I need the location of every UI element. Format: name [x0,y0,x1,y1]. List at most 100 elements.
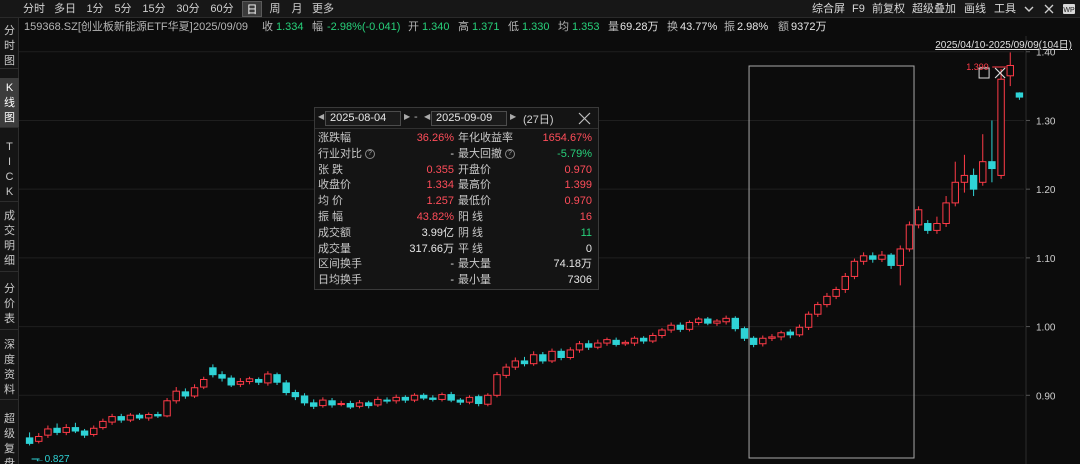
next-start-arrow-icon[interactable]: ▶ [404,112,410,121]
candle-body [749,337,758,345]
stats-row: 区间换手 - 最大量 74.18万 [315,257,598,272]
stats-value: 0 [585,242,592,255]
stats-value: 1.257 [426,195,454,208]
help-icon[interactable]: ? [505,148,515,159]
stats-label: 振 幅 [318,211,344,223]
stats-label: 阴 线 [458,226,484,239]
prev-end-arrow-icon[interactable]: ◀ [424,112,430,121]
candle-body [566,349,575,358]
candle-body [181,391,190,397]
start-date-value: 2025-08-04 [330,112,387,124]
candle-body [887,254,895,266]
candle-body [227,377,235,386]
candle-body [53,427,61,433]
stats-value: 1654.67% [542,132,592,144]
candle-body [264,373,272,384]
date-separator: - [414,111,418,123]
candle-body [603,339,611,344]
candle-body [722,317,730,323]
y-tick-label: 1.20 [1036,185,1056,196]
candle-body [108,416,116,423]
candle-body [694,318,703,323]
candle-body [99,420,107,429]
start-date-input[interactable]: 2025-08-04 [325,111,401,126]
stats-label: 张 跌 [318,163,344,176]
y-tick-label: 1.30 [1036,116,1056,127]
candle-body [1006,64,1014,77]
sidebar-tab-kline[interactable]: K 线 图 [0,78,19,128]
candle-body [639,337,648,342]
candle-body [291,392,300,398]
candle-body [309,402,318,407]
candle-body [80,430,89,436]
candle-body [419,394,428,399]
y-tick-label: 1.00 [1036,323,1056,334]
y-tick-label: 1.10 [1036,254,1056,265]
high-price-label: 1.399 [966,62,989,72]
stats-value: 0.970 [564,163,592,176]
sidebar-tab-super-review[interactable]: 超 级 复 盘 [0,410,19,464]
stats-value: 1.399 [564,179,592,192]
candle-body [71,427,80,432]
end-date-value: 2025-09-09 [436,112,493,124]
candle-body [713,320,721,324]
candle-body [401,396,410,401]
candle-body [704,318,712,324]
stats-value: 3.99亿 [421,226,454,239]
stats-label: 最高价 [458,179,491,192]
candle-body [685,321,694,330]
candle-body [548,350,556,362]
candle-body [25,437,34,444]
candle-body [484,394,492,405]
stats-label: 收盘价 [318,179,351,192]
help-icon[interactable]: ? [365,148,375,159]
candle-body [44,428,52,436]
sidebar-tab-tick[interactable]: T I C K [0,138,19,202]
interval-stats-popup: ◀ 2025-08-04 ▶ - ◀ 2025-09-09 ▶ (27日) 涨跌… [314,107,599,290]
close-icon[interactable] [994,67,1006,79]
stats-value: 11 [580,226,592,239]
stats-row: 行业对比? - 最大回撤? -5.79% [315,147,598,162]
candle-body [90,427,98,435]
candle-body [979,161,987,183]
candle-body [658,329,666,337]
stats-value: 43.82% [416,211,454,223]
y-tick-label: 0.90 [1036,391,1056,402]
sidebar-tab-depth-info[interactable]: 深 度 资 料 [0,336,19,400]
stats-label: 最大量 [458,258,491,271]
candle-body [520,360,529,365]
low-price-label: ←0.827 [35,454,70,464]
candle-body [273,374,281,383]
candle-body [960,174,969,183]
candle-body [841,275,849,290]
candle-body [832,288,840,297]
candle-body [575,343,584,351]
stats-row: 振 幅 43.82% 阳 线 16 [315,210,598,225]
candle-body [218,374,226,379]
prev-start-arrow-icon[interactable]: ◀ [318,112,324,121]
candle-body [795,326,804,336]
candle-body [383,399,391,402]
candle-body [236,381,245,385]
candle-body [731,317,740,330]
candle-body [126,414,135,421]
candle-body [438,394,446,400]
candle-body [374,398,382,406]
sidebar-tab-trade-detail[interactable]: 成 交 明 细 [0,208,19,272]
end-date-input[interactable]: 2025-09-09 [431,111,507,126]
candle-body [35,436,43,442]
candle-body [529,354,538,365]
sidebar-tab-intraday[interactable]: 分 时 图 [0,23,19,69]
close-icon[interactable] [578,112,591,125]
candle-body [878,254,886,260]
candle-body [456,399,465,403]
stats-value: 7306 [567,274,592,287]
sidebar-tab-price-table[interactable]: 分 价 表 [0,280,19,330]
candle-body [667,324,675,331]
candle-body [905,224,914,250]
next-end-arrow-icon[interactable]: ▶ [510,112,516,121]
date-range-label[interactable]: 2025/04/10-2025/09/09(104日) [935,36,1072,51]
candle-body [759,337,767,345]
candle-body [649,335,657,342]
stats-label: 均 价 [318,195,344,208]
